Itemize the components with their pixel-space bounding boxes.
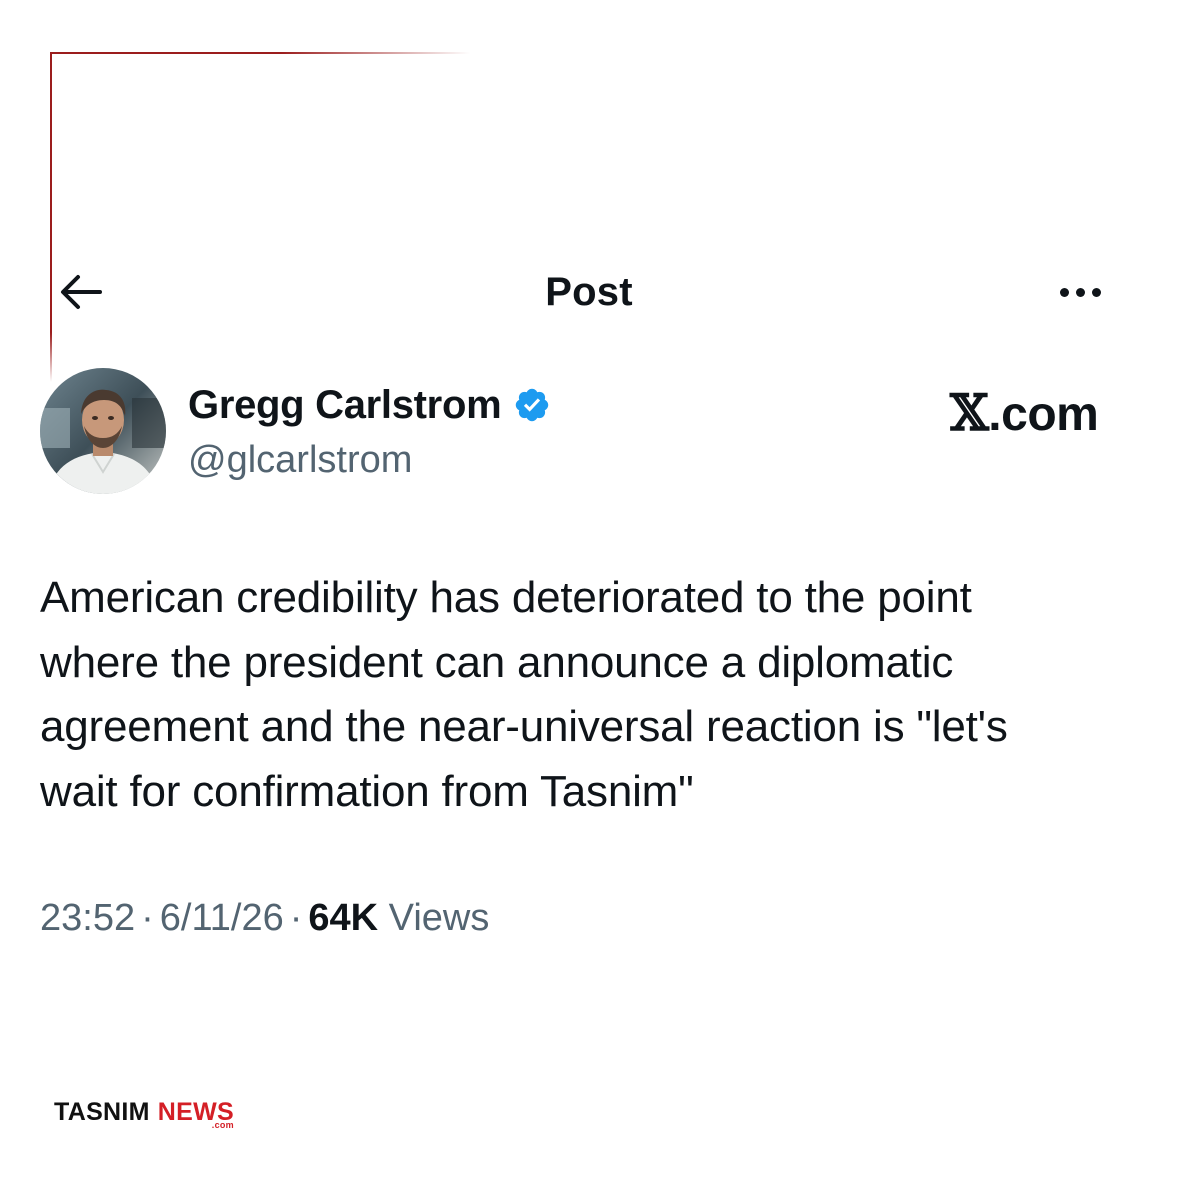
views-label: Views [388, 897, 490, 939]
more-horizontal-icon-dot [1091, 287, 1101, 297]
site-label-suffix: .com [988, 388, 1099, 441]
brand-suffix: .com [211, 1120, 234, 1130]
avatar[interactable] [40, 368, 166, 494]
meta-separator: · [289, 897, 303, 939]
brand-word-1: TASNIM [54, 1098, 150, 1126]
brand-word-2: NEWS .com [158, 1096, 234, 1130]
author-name[interactable]: Gregg Carlstrom [188, 380, 502, 430]
tasnim-news-logo: TASNIM NEWS .com [54, 1096, 234, 1130]
post-text: American credibility has deteriorated to… [40, 573, 1008, 816]
views-count: 64K [308, 897, 379, 939]
author-name-row: Gregg Carlstrom [188, 380, 551, 430]
avatar-photo [40, 368, 166, 494]
frame-left-line [50, 52, 52, 382]
frame-top-line [50, 52, 470, 54]
more-options-button[interactable] [1048, 270, 1112, 314]
post-time[interactable]: 23:52 [40, 897, 135, 939]
meta-separator: · [141, 897, 154, 939]
post-date[interactable]: 6/11/26 [160, 897, 284, 939]
more-horizontal-icon-dot [1075, 287, 1085, 297]
more-horizontal-icon [1059, 287, 1069, 297]
author-handle[interactable]: @glcarlstrom [188, 436, 412, 484]
verified-badge-icon [516, 388, 549, 422]
page-title: Post [545, 270, 633, 314]
site-label: 𝕏 .com [950, 383, 1099, 444]
post-meta: 23:52 · 6/11/26 · 64K Views [40, 892, 489, 944]
x-logo-icon: 𝕏 [950, 383, 989, 442]
